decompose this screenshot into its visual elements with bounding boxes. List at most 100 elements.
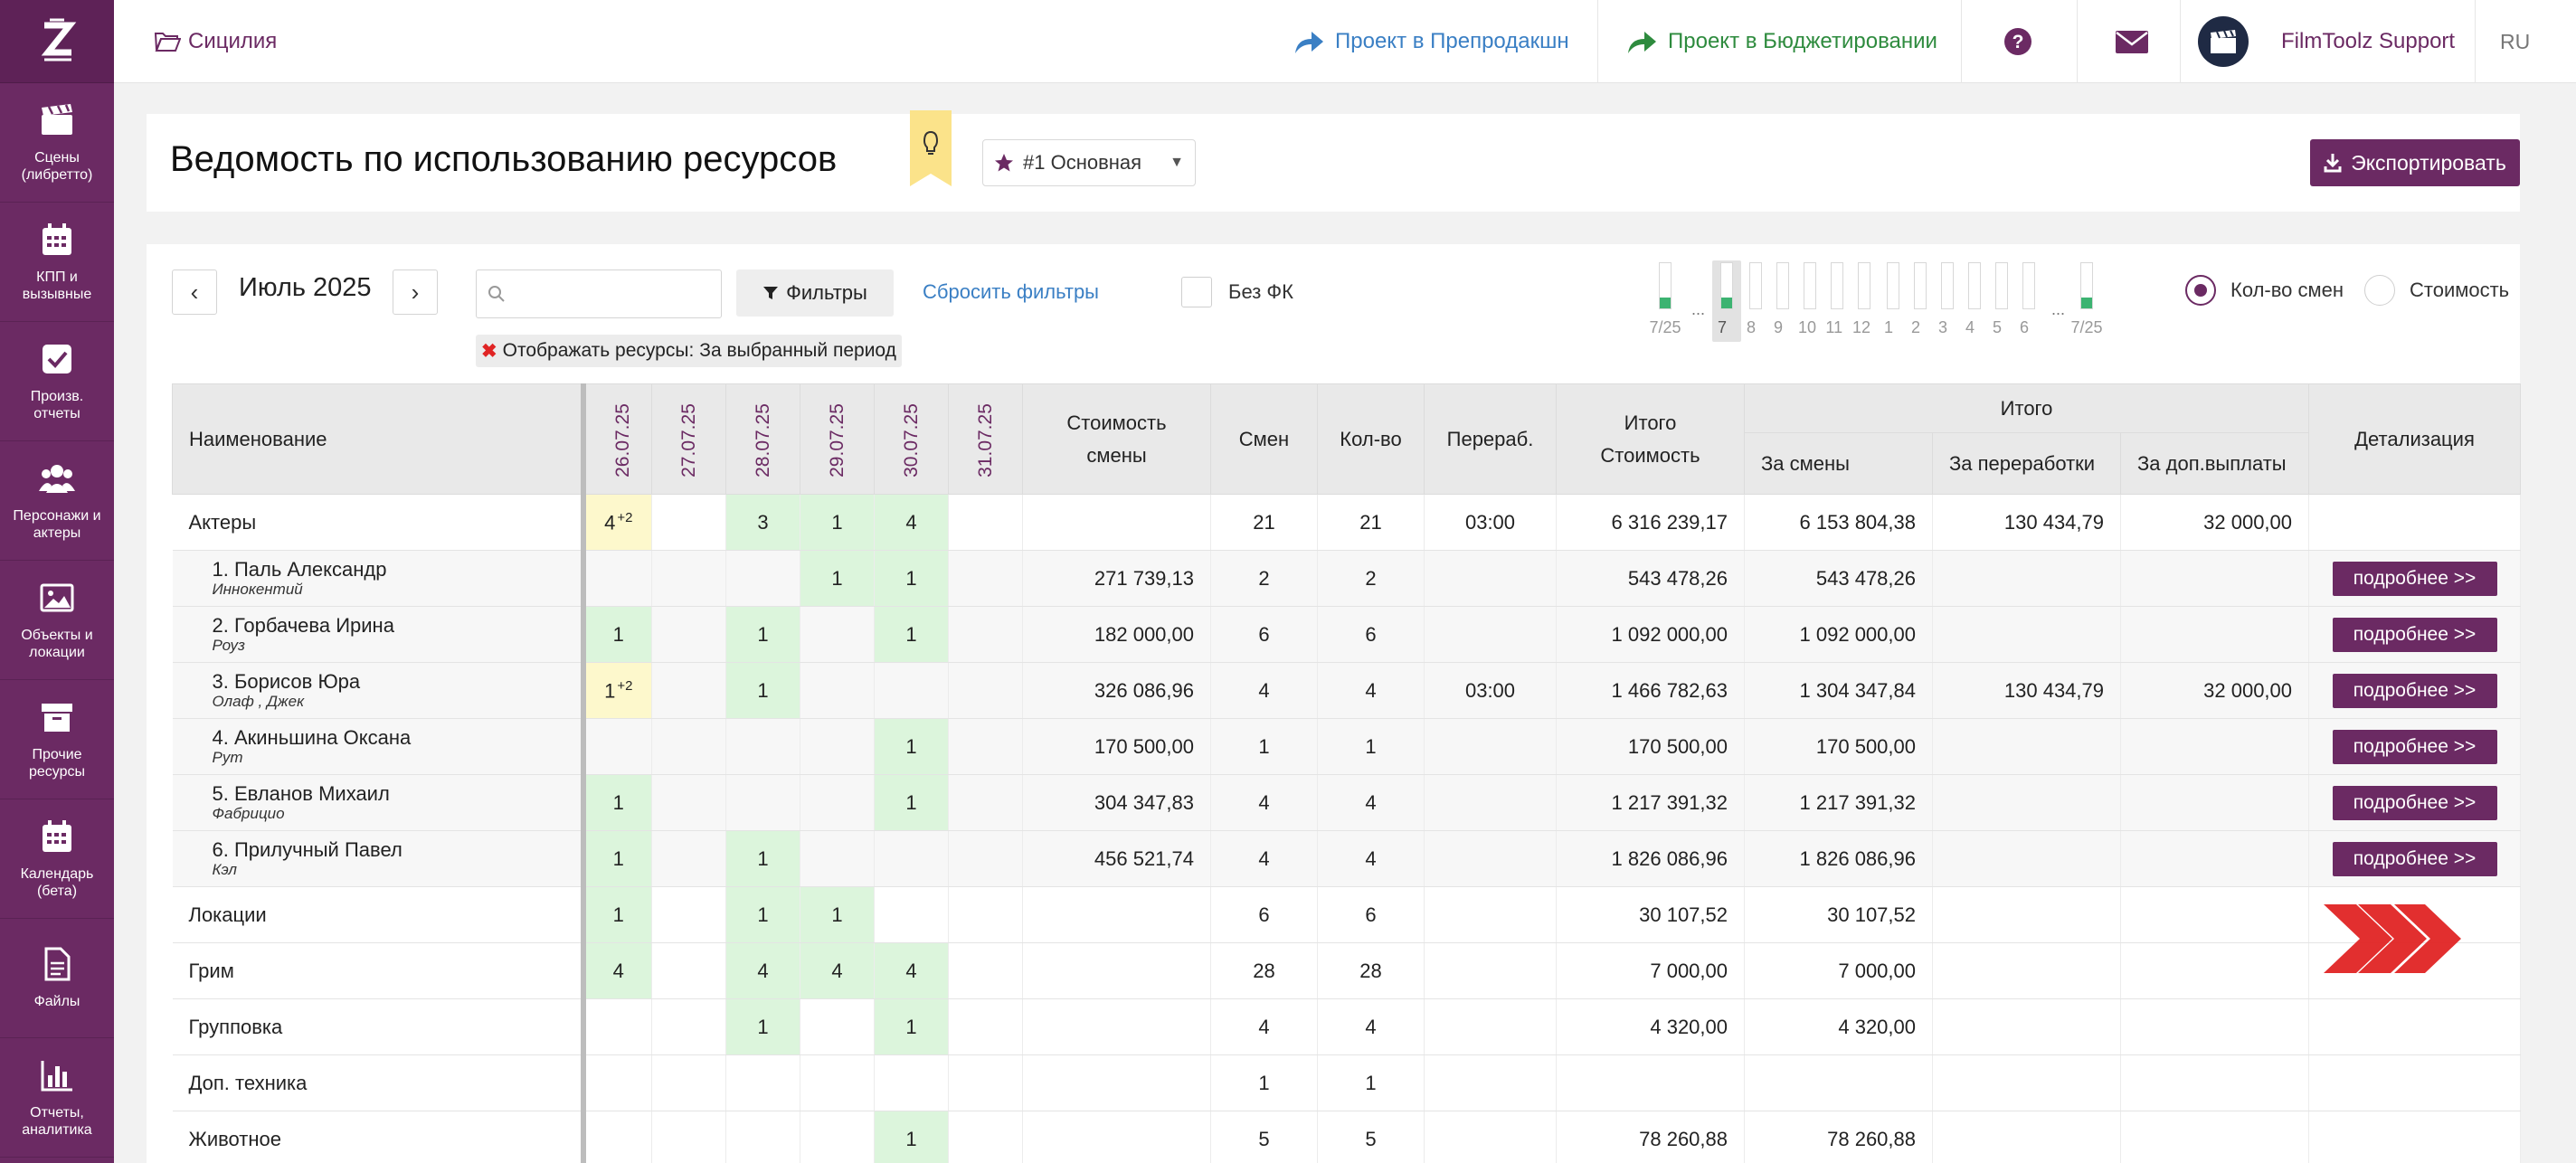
- close-icon[interactable]: ✖: [481, 340, 497, 363]
- day-cell[interactable]: 4: [800, 942, 875, 999]
- detail-button[interactable]: подробнее >>: [2332, 729, 2497, 764]
- day-cell[interactable]: [874, 886, 949, 943]
- day-cell[interactable]: 4: [725, 942, 800, 999]
- preprod-link[interactable]: Проект в Препродакшн: [1293, 0, 1569, 83]
- day-cell[interactable]: [948, 662, 1023, 719]
- col-header-date[interactable]: 27.07.25: [651, 383, 726, 495]
- search-input[interactable]: [513, 282, 712, 306]
- day-cell[interactable]: [800, 774, 875, 831]
- day-cell[interactable]: [725, 774, 800, 831]
- prev-month-button[interactable]: ‹: [172, 269, 217, 315]
- timeline-month[interactable]: 4: [1965, 262, 1981, 336]
- day-cell[interactable]: 1 +2: [580, 662, 652, 719]
- day-cell[interactable]: [800, 606, 875, 663]
- detail-button[interactable]: подробнее >>: [2332, 785, 2497, 820]
- day-cell[interactable]: [948, 606, 1023, 663]
- timeline-month[interactable]: 3: [1938, 262, 1954, 336]
- radio-shifts-button[interactable]: [2185, 275, 2216, 306]
- timeline-month[interactable]: 7/25: [1649, 262, 1681, 336]
- timeline-month[interactable]: 1: [1884, 262, 1899, 336]
- next-month-button[interactable]: ›: [393, 269, 438, 315]
- day-cell[interactable]: 1: [725, 998, 800, 1055]
- day-cell[interactable]: [651, 1054, 726, 1111]
- day-cell[interactable]: [651, 774, 726, 831]
- day-cell[interactable]: 4: [874, 494, 949, 551]
- day-cell[interactable]: [651, 942, 726, 999]
- day-cell[interactable]: 1: [580, 606, 652, 663]
- day-cell[interactable]: 1: [725, 662, 800, 719]
- day-cell[interactable]: [948, 718, 1023, 775]
- day-cell[interactable]: [651, 606, 726, 663]
- sidebar-item-resources[interactable]: Прочие ресурсы: [0, 680, 114, 799]
- day-cell[interactable]: 1: [874, 774, 949, 831]
- detail-button[interactable]: подробнее >>: [2332, 673, 2497, 708]
- day-cell[interactable]: 1: [800, 886, 875, 943]
- day-cell[interactable]: [948, 1054, 1023, 1111]
- day-cell[interactable]: 1: [725, 886, 800, 943]
- day-cell[interactable]: 1: [874, 998, 949, 1055]
- app-logo[interactable]: [0, 0, 114, 83]
- no-fk-checkbox[interactable]: [1181, 277, 1212, 307]
- day-cell[interactable]: [800, 1054, 875, 1111]
- day-cell[interactable]: [725, 1054, 800, 1111]
- day-cell[interactable]: 1: [800, 494, 875, 551]
- day-cell[interactable]: [948, 886, 1023, 943]
- sidebar-item-locations[interactable]: Объекты и локации: [0, 561, 114, 680]
- export-button[interactable]: Экспортировать: [2310, 139, 2520, 186]
- day-cell[interactable]: [874, 1054, 949, 1111]
- timeline-month[interactable]: 7/25: [2070, 262, 2103, 336]
- day-cell[interactable]: 1: [580, 830, 652, 887]
- avatar[interactable]: [2198, 16, 2249, 67]
- timeline-month[interactable]: 5: [1993, 262, 2008, 336]
- timeline-month[interactable]: 12: [1852, 262, 1870, 336]
- day-cell[interactable]: 1: [874, 1111, 949, 1163]
- timeline-month[interactable]: 6: [2020, 262, 2035, 336]
- timeline-month[interactable]: 10: [1798, 262, 1816, 336]
- sidebar-item-calendar[interactable]: Календарь (бета): [0, 799, 114, 919]
- col-header-date[interactable]: 29.07.25: [800, 383, 875, 495]
- day-cell[interactable]: [580, 550, 652, 607]
- day-cell[interactable]: [948, 942, 1023, 999]
- day-cell[interactable]: [948, 494, 1023, 551]
- day-cell[interactable]: 1: [874, 550, 949, 607]
- day-cell[interactable]: [651, 830, 726, 887]
- radio-cost[interactable]: Стоимость: [2364, 275, 2509, 306]
- day-cell[interactable]: 3: [725, 494, 800, 551]
- project-breadcrumb[interactable]: Сицилия: [154, 0, 277, 83]
- timeline-month[interactable]: 2: [1911, 262, 1927, 336]
- day-cell[interactable]: [874, 830, 949, 887]
- day-cell[interactable]: 4: [874, 942, 949, 999]
- day-cell[interactable]: [948, 550, 1023, 607]
- day-cell[interactable]: 1: [580, 886, 652, 943]
- sidebar-item-reports[interactable]: Произв. отчеты: [0, 322, 114, 441]
- day-cell[interactable]: [800, 718, 875, 775]
- filters-button[interactable]: Фильтры: [736, 269, 894, 317]
- day-cell[interactable]: 1: [725, 606, 800, 663]
- detail-button[interactable]: подробнее >>: [2332, 617, 2497, 652]
- no-fk-toggle[interactable]: Без ФК: [1181, 277, 1293, 307]
- timeline-month[interactable]: 8: [1747, 262, 1762, 336]
- day-cell[interactable]: [800, 830, 875, 887]
- reset-filters-link[interactable]: Сбросить фильтры: [923, 280, 1099, 304]
- version-select[interactable]: #1 Основная ▼: [982, 139, 1196, 186]
- detail-button[interactable]: подробнее >>: [2332, 841, 2497, 876]
- radio-cost-button[interactable]: [2364, 275, 2395, 306]
- day-cell[interactable]: [948, 830, 1023, 887]
- day-cell[interactable]: [874, 662, 949, 719]
- radio-shifts[interactable]: Кол-во смен: [2185, 275, 2344, 306]
- day-cell[interactable]: 1: [874, 718, 949, 775]
- timeline-month[interactable]: 11: [1825, 262, 1843, 336]
- bookmark-lightbulb-icon[interactable]: [910, 110, 952, 186]
- sidebar-item-analytics[interactable]: Отчеты, аналитика: [0, 1038, 114, 1158]
- day-cell[interactable]: [651, 886, 726, 943]
- day-cell[interactable]: [725, 550, 800, 607]
- day-cell[interactable]: [948, 774, 1023, 831]
- col-header-date[interactable]: 26.07.25: [580, 383, 652, 495]
- day-cell[interactable]: [725, 718, 800, 775]
- col-header-date[interactable]: 28.07.25: [725, 383, 800, 495]
- sidebar-item-scenes[interactable]: Сцены (либретто): [0, 83, 114, 203]
- sidebar-item-files[interactable]: Файлы: [0, 919, 114, 1038]
- day-cell[interactable]: [725, 1111, 800, 1163]
- timeline-month[interactable]: 7: [1718, 262, 1733, 336]
- day-cell[interactable]: [651, 998, 726, 1055]
